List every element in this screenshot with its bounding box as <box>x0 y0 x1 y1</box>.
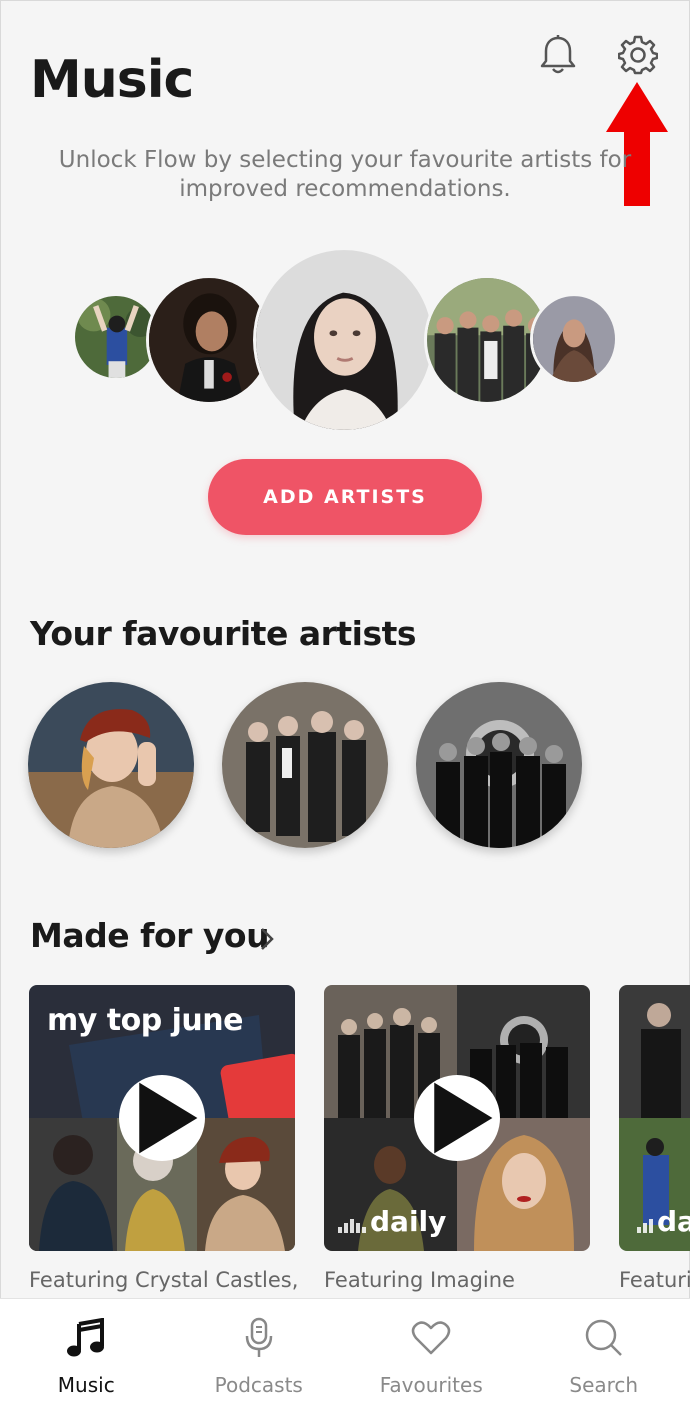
nav-item-favourites[interactable]: Favourites <box>345 1299 518 1402</box>
nav-item-search[interactable]: Search <box>518 1299 690 1402</box>
favourite-artist-2[interactable] <box>222 682 388 848</box>
microphone-icon <box>243 1317 275 1359</box>
play-button-icon[interactable] <box>414 1075 500 1161</box>
mix-card-title: my top june <box>47 1003 243 1038</box>
heart-icon <box>411 1317 451 1359</box>
daily-badge: da <box>637 1205 690 1238</box>
mix-card-daily-1[interactable]: daily <box>324 985 590 1251</box>
nav-label: Search <box>569 1373 638 1397</box>
nav-label: Podcasts <box>215 1373 303 1397</box>
favourite-artists-title: Your favourite artists <box>30 614 416 653</box>
daily-label: daily <box>370 1205 446 1238</box>
search-icon <box>584 1317 624 1359</box>
notifications-bell-icon[interactable] <box>534 31 582 79</box>
chevron-right-icon[interactable] <box>258 926 276 956</box>
daily-label: da <box>657 1205 690 1238</box>
artist-bubble-5[interactable] <box>530 293 618 385</box>
page-title: Music <box>30 50 193 110</box>
made-for-you-title[interactable]: Made for you <box>30 916 269 955</box>
mix-card-daily-2[interactable]: da <box>619 985 690 1251</box>
favourite-artist-1[interactable] <box>28 682 194 848</box>
nav-item-podcasts[interactable]: Podcasts <box>173 1299 346 1402</box>
settings-gear-icon[interactable] <box>614 31 662 79</box>
equalizer-icon <box>637 1219 653 1233</box>
bottom-navigation: Music Podcasts Favourites Search <box>0 1298 690 1402</box>
mix-card-caption: Featuring Imagine <box>324 1268 515 1292</box>
equalizer-icon <box>338 1219 366 1233</box>
artist-bubble-featured[interactable] <box>253 247 435 433</box>
mix-card-caption: Featuri <box>619 1268 690 1292</box>
nav-label: Favourites <box>380 1373 483 1397</box>
favourite-artist-3[interactable] <box>416 682 582 848</box>
mix-card-my-top-june[interactable]: my top june <box>29 985 295 1251</box>
nav-label: Music <box>58 1373 115 1397</box>
flow-promo-text: Unlock Flow by selecting your favourite … <box>30 146 660 204</box>
add-artists-button[interactable]: ADD ARTISTS <box>208 459 482 535</box>
mix-card-caption: Featuring Crystal Castles, <box>29 1268 298 1292</box>
daily-badge: daily <box>338 1205 446 1238</box>
play-button-icon[interactable] <box>119 1075 205 1161</box>
nav-item-music[interactable]: Music <box>0 1299 173 1402</box>
music-note-icon <box>66 1317 106 1359</box>
